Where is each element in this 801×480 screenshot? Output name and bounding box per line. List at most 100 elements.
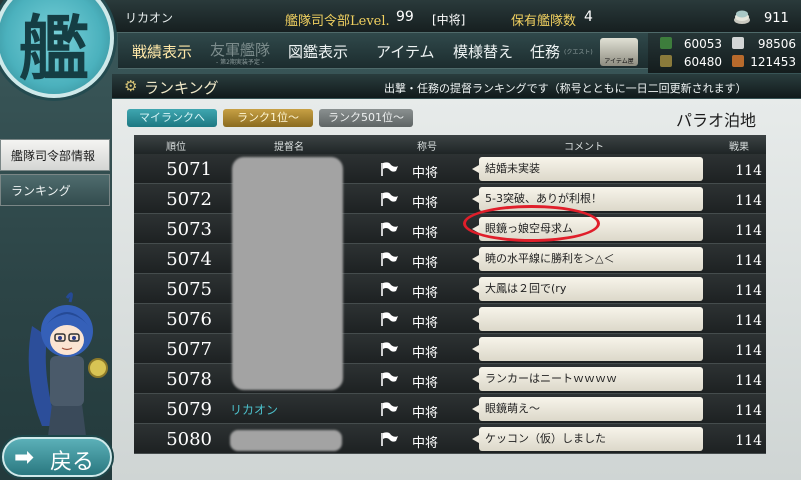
flag-icon — [381, 162, 398, 176]
column-admiral: 提督名 — [274, 142, 304, 153]
nav-album[interactable]: 図鑑表示 — [288, 41, 348, 63]
secretary-ship-character[interactable] — [12, 286, 112, 436]
port-emblem[interactable]: 艦 — [0, 0, 114, 98]
score-cell: 114 — [735, 433, 762, 449]
score-cell: 114 — [735, 403, 762, 419]
nav-friend-fleet-sub: - 第2期実装予定 - — [216, 59, 264, 66]
rank-cell: 5071 — [166, 159, 212, 180]
title-cell: 中将 — [412, 406, 439, 421]
fuel-icon — [660, 37, 672, 49]
side-item-hq-info[interactable]: 艦隊司令部情報 — [0, 139, 110, 171]
score-cell: 114 — [735, 343, 762, 359]
title-cell: 中将 — [412, 376, 439, 391]
rank-cell: 5076 — [166, 309, 212, 330]
back-label: 戻る — [50, 450, 95, 475]
page-title: ランキング — [144, 79, 219, 97]
flag-icon — [381, 432, 398, 446]
comment-pointer — [472, 195, 479, 203]
level-label: 艦隊司令部Level. — [285, 14, 390, 29]
rank-cell: 5072 — [166, 189, 212, 210]
ammo-icon — [660, 55, 672, 67]
table-row[interactable]: 5078 中将 ランカーはニートｗｗｗｗ 114 — [134, 364, 766, 394]
table-row[interactable]: 5076 中将 114 — [134, 304, 766, 334]
table-header: 順位 提督名 称号 コメント 戦果 — [134, 135, 766, 154]
ranking-panel: マイランクへ ランク1位～ ランク501位～ パラオ泊地 順位 提督名 称号 コ… — [112, 99, 801, 480]
nav-record[interactable]: 戦績表示 — [132, 41, 192, 63]
server-name: パラオ泊地 — [676, 111, 757, 130]
redacted-name — [230, 430, 342, 451]
coin-count: 911 — [764, 11, 789, 26]
side-item-ranking[interactable]: ランキング — [0, 174, 110, 206]
steel-icon — [732, 37, 744, 49]
column-rank: 順位 — [166, 142, 186, 153]
gear-icon: ⚙ — [124, 77, 138, 95]
table-row[interactable]: 5080 中将 ケッコン（仮）しました 114 — [134, 424, 766, 454]
status-bar: リカオン 艦隊司令部Level. 99 [中将] 保有艦隊数 4 911 — [0, 0, 801, 33]
score-cell: 114 — [735, 313, 762, 329]
table-row[interactable]: 5072 中将 5-3突破、ありが利根！ 114 — [134, 184, 766, 214]
nav-interior[interactable]: 模様替え — [453, 41, 513, 63]
score-cell: 114 — [735, 193, 762, 209]
nav-items[interactable]: アイテム — [376, 41, 435, 63]
highlight-circle — [463, 205, 600, 242]
comment-pointer — [472, 255, 479, 263]
back-arrow-icon: ➡ — [14, 443, 35, 471]
back-button[interactable]: ➡ 戻る — [2, 437, 112, 477]
flag-icon — [381, 402, 398, 416]
nav-quest-sub: (クエスト) — [564, 49, 593, 56]
score-cell: 114 — [735, 223, 762, 239]
admiral-name: リカオン — [125, 11, 174, 25]
table-row[interactable]: 5075 中将 大鳳は２回で(ry 114 — [134, 274, 766, 304]
furniture-coin-icon — [734, 10, 750, 24]
comment-pointer — [472, 345, 479, 353]
my-rank-button[interactable]: マイランクへ — [127, 109, 217, 127]
flag-icon — [381, 342, 398, 356]
rank-cell: 5079 — [166, 399, 212, 420]
table-row[interactable]: 5071 中将 結婚未実装 114 — [134, 154, 766, 184]
level-value: 99 — [396, 9, 414, 25]
ranking-table: 5071 中将 結婚未実装 114 5072 中将 5-3突破、ありが利根！ 114 5073 中… — [134, 154, 766, 474]
table-row[interactable]: 5077 中将 114 — [134, 334, 766, 364]
ship-count-value: 4 — [584, 9, 593, 25]
ammo-value: 60480 — [683, 55, 722, 69]
rank-cell: 5075 — [166, 279, 212, 300]
title-cell: 中将 — [412, 226, 439, 241]
comment-cell: 暁の水平線に勝利を＞△＜ — [479, 247, 703, 271]
comment-pointer — [472, 435, 479, 443]
column-comment: コメント — [564, 142, 604, 153]
rank-cell: 5077 — [166, 339, 212, 360]
ship-count-label: 保有艦隊数 — [511, 14, 577, 29]
column-score: 戦果 — [729, 142, 749, 153]
score-cell: 114 — [735, 373, 762, 389]
table-row[interactable]: 5079 リカオン 中将 眼鏡萌え～ 114 — [134, 394, 766, 424]
bauxite-value: 121453 — [750, 55, 796, 69]
comment-pointer — [472, 405, 479, 413]
rank-cell: 5073 — [166, 219, 212, 240]
flag-icon — [381, 252, 398, 266]
comment-pointer — [472, 285, 479, 293]
comment-cell: 眼鏡萌え～ — [479, 397, 703, 421]
rank-1-button[interactable]: ランク1位～ — [223, 109, 313, 127]
title-cell: 中将 — [412, 436, 439, 451]
comment-cell: ケッコン（仮）しました — [479, 427, 703, 451]
comment-cell — [479, 337, 703, 361]
flag-icon — [381, 282, 398, 296]
title-cell: 中将 — [412, 346, 439, 361]
column-title: 称号 — [417, 142, 437, 153]
title-cell: 中将 — [412, 166, 439, 181]
nav-quest[interactable]: 任務 — [530, 41, 560, 63]
comment-cell: ランカーはニートｗｗｗｗ — [479, 367, 703, 391]
title-cell: 中将 — [412, 286, 439, 301]
redacted-names — [232, 157, 343, 390]
rank-501-button[interactable]: ランク501位～ — [319, 109, 413, 127]
admiral-name-cell: リカオン — [230, 403, 279, 417]
bauxite-icon — [732, 55, 744, 67]
main-nav: 戦績表示 友軍艦隊 - 第2期実装予定 - 図鑑表示 アイテム 模様替え 任務 … — [118, 33, 648, 69]
resources-panel: 60053 60480 98506 121453 — [648, 33, 801, 73]
score-cell: 114 — [735, 283, 762, 299]
title-cell: 中将 — [412, 196, 439, 211]
flag-icon — [381, 192, 398, 206]
table-row[interactable]: 5073 中将 眼鏡っ娘空母求ム 114 — [134, 214, 766, 244]
table-row[interactable]: 5074 中将 暁の水平線に勝利を＞△＜ 114 — [134, 244, 766, 274]
comment-cell: 大鳳は２回で(ry — [479, 277, 703, 301]
